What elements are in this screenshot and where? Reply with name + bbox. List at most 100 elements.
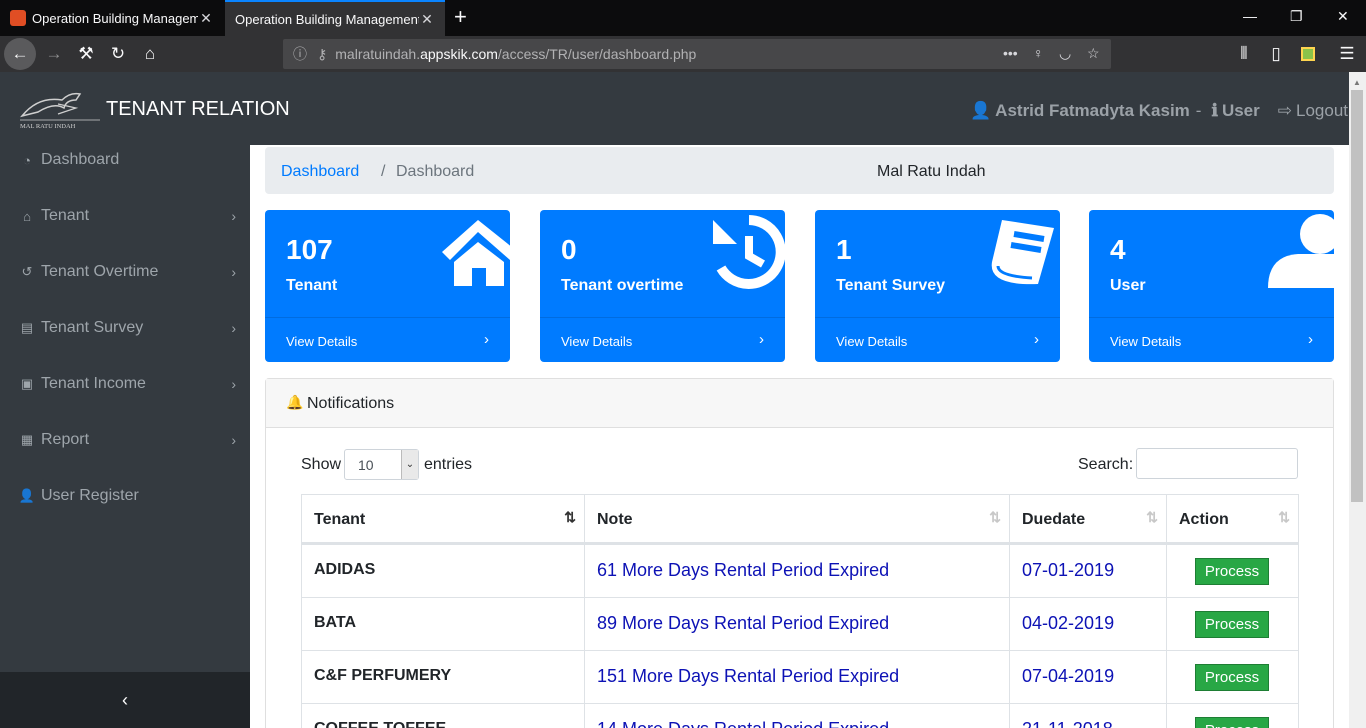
process-button[interactable]: Process [1195, 664, 1269, 691]
browser-tab[interactable]: Operation Building Manageme ✕ [0, 0, 224, 36]
breadcrumb-link-dashboard[interactable]: Dashboard [281, 163, 359, 181]
sidebar-item-dashboard[interactable]: ◔ Dashboard [0, 140, 250, 180]
duedate-link[interactable]: 07-01-2019 [1009, 545, 1167, 598]
logout-link[interactable]: Logout [1296, 101, 1348, 121]
browser-tab-bar: Operation Building Manageme ✕ Operation … [0, 0, 1366, 36]
search-input[interactable] [1136, 448, 1298, 479]
process-button[interactable]: Process [1195, 611, 1269, 638]
column-header-duedate[interactable]: Duedate ⇅ [1009, 494, 1167, 545]
process-button[interactable]: Process [1195, 558, 1269, 585]
info-icon[interactable]: ⓘ [293, 44, 307, 64]
book-icon: ▤ [20, 320, 34, 335]
minimize-icon[interactable]: — [1243, 8, 1257, 24]
sidebar-item-user-register[interactable]: 👤 User Register [0, 476, 250, 516]
bookmark-star-icon[interactable]: ☆ [1087, 45, 1100, 62]
chevron-right-icon: › [1034, 331, 1039, 348]
url-path: /access/TR/user/dashboard.php [497, 46, 697, 62]
user-role[interactable]: User [1222, 101, 1260, 121]
svg-text:MAL RATU INDAH: MAL RATU INDAH [20, 123, 76, 130]
sidebar-item-label: Report [41, 431, 90, 448]
search-label: Search: [1078, 456, 1134, 473]
duedate-link[interactable]: 04-02-2019 [1009, 598, 1167, 651]
column-header-action[interactable]: Action ⇅ [1166, 494, 1299, 545]
sidebar-collapse-button[interactable]: ‹ [0, 672, 250, 728]
user-icon: 👤 [970, 101, 992, 120]
url-prefix: malratuindah. [335, 46, 421, 62]
menu-icon[interactable]: ☰ [1331, 38, 1363, 70]
user-separator: - [1195, 101, 1202, 120]
info-icon: ℹ [1211, 101, 1218, 120]
history-icon: ↺ [21, 264, 33, 279]
scrollbar-thumb[interactable] [1351, 90, 1363, 502]
user-menu: 👤 Astrid Fatmadyta Kasim - ℹ User ⇨ Logo… [970, 101, 1348, 121]
action-cell: Process [1166, 704, 1299, 728]
sidebar-item-tenant[interactable]: ⌂ Tenant › [0, 196, 250, 236]
app-favicon-icon [10, 10, 26, 26]
new-tab-icon[interactable]: + [454, 4, 467, 30]
process-button[interactable]: Process [1195, 717, 1269, 728]
close-icon[interactable]: ✕ [419, 11, 435, 28]
sidebar-item-tenant-overtime[interactable]: ↺ Tenant Overtime › [0, 252, 250, 292]
sidebar-item-tenant-survey[interactable]: ▤ Tenant Survey › [0, 308, 250, 348]
view-details-link[interactable]: View Details › [815, 317, 1060, 362]
note-link[interactable]: 151 More Days Rental Period Expired [584, 651, 1010, 704]
chevron-right-icon: › [231, 208, 236, 224]
sidebar: ◔ Dashboard ⌂ Tenant › ↺ Tenant Overtime… [0, 145, 250, 728]
view-details-link[interactable]: View Details › [540, 317, 785, 362]
duedate-link[interactable]: 21-11-2018 [1009, 704, 1167, 728]
view-details-link[interactable]: View Details › [265, 317, 510, 362]
action-cell: Process [1166, 598, 1299, 651]
library-icon[interactable]: ⫴ [1228, 38, 1260, 70]
chevron-right-icon: › [484, 331, 489, 348]
app-brand-title: TENANT RELATION [106, 98, 290, 120]
stat-card-tenant-overtime: 0 Tenant overtime View Details › [540, 210, 785, 362]
column-header-tenant[interactable]: Tenant ⇅ [301, 494, 585, 545]
notifications-panel: 🔔 Notifications Show 10 ⌄ entries Search… [265, 378, 1334, 728]
breadcrumb: Dashboard / Dashboard Mal Ratu Indah [265, 147, 1334, 194]
notifications-title: Notifications [307, 395, 395, 412]
sidebar-item-report[interactable]: ▦ Report › [0, 420, 250, 460]
restore-icon[interactable]: ❐ [1290, 8, 1303, 25]
note-link[interactable]: 89 More Days Rental Period Expired [584, 598, 1010, 651]
duedate-link[interactable]: 07-04-2019 [1009, 651, 1167, 704]
extension-icon[interactable] [1292, 38, 1324, 70]
note-link[interactable]: 14 More Days Rental Period Expired [584, 704, 1010, 728]
stat-label: Tenant Survey [836, 277, 946, 294]
close-icon[interactable]: ✕ [198, 10, 214, 27]
view-details-label: View Details [836, 334, 908, 349]
pocket-icon[interactable]: ◡ [1059, 45, 1071, 62]
logout-icon[interactable]: ⇨ [1278, 101, 1292, 121]
view-details-link[interactable]: View Details › [1089, 317, 1334, 362]
reload-icon[interactable]: ↻ [102, 38, 134, 70]
scroll-up-icon[interactable]: ▲ [1353, 78, 1361, 87]
chevron-right-icon: › [759, 331, 764, 348]
user-icon [1268, 214, 1334, 288]
book-icon [991, 220, 1054, 285]
tenant-cell: COFFEE TOFFEE [301, 704, 585, 728]
url-bar[interactable]: ⓘ ⚷ malratuindah. appskik.com/access/TR/u… [283, 39, 1111, 69]
browser-tab-active[interactable]: Operation Building Management Sy ✕ [225, 0, 445, 36]
stat-value: 107 [286, 234, 333, 265]
forward-icon[interactable]: → [38, 38, 70, 70]
sidebar-toggle-icon[interactable]: ▯ [1260, 38, 1292, 70]
column-header-note[interactable]: Note ⇅ [584, 494, 1010, 545]
back-icon[interactable]: ← [4, 38, 36, 70]
home-icon[interactable]: ⌂ [134, 38, 166, 70]
stat-value: 0 [561, 234, 577, 265]
tachometer-icon: ◔ [23, 152, 31, 168]
wrench-icon[interactable]: ⚒ [70, 38, 102, 70]
sidebar-item-tenant-income[interactable]: ▣ Tenant Income › [0, 364, 250, 404]
lightbulb-icon[interactable]: ♀ [1033, 45, 1044, 61]
window-close-icon[interactable]: ✕ [1337, 8, 1349, 25]
money-icon: ▣ [20, 376, 34, 391]
entries-select[interactable]: 10 ⌄ [344, 449, 419, 480]
note-link[interactable]: 61 More Days Rental Period Expired [584, 545, 1010, 598]
chevron-right-icon: › [1308, 331, 1313, 348]
chevron-down-icon[interactable]: ⌄ [401, 450, 418, 479]
key-icon[interactable]: ⚷ [317, 46, 327, 63]
breadcrumb-separator: / [381, 163, 386, 180]
tab-title: Operation Building Manageme [32, 10, 198, 26]
page-scrollbar[interactable]: ▲ [1349, 72, 1366, 728]
user-name[interactable]: Astrid Fatmadyta Kasim [995, 101, 1190, 121]
page-actions-icon[interactable]: ••• [1003, 45, 1018, 61]
